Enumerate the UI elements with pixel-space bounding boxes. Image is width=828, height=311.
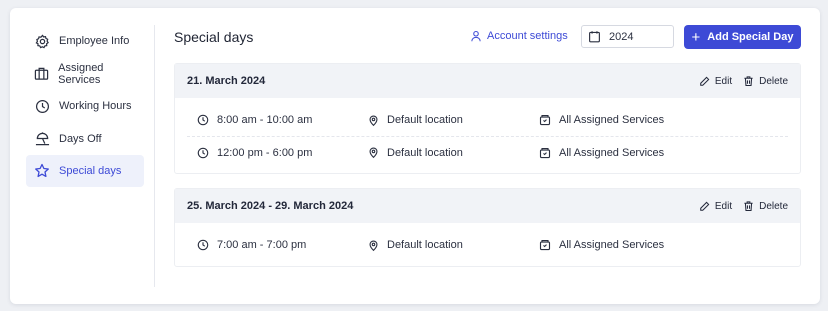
services-box-icon [539, 114, 551, 126]
year-value: 2024 [609, 30, 634, 43]
edit-button[interactable]: Edit [699, 201, 732, 212]
sidebar-item-employee-info[interactable]: Employee Info [26, 25, 144, 57]
period-time-text: 8:00 am - 10:00 am [217, 114, 313, 126]
special-day-date: 25. March 2024 - 29. March 2024 [187, 200, 354, 212]
delete-button[interactable]: Delete [743, 200, 788, 212]
add-special-day-label: Add Special Day [707, 31, 794, 43]
sidebar-item-assigned-services[interactable]: Assigned Services [26, 58, 144, 90]
period-time: 8:00 am - 10:00 am [197, 114, 312, 126]
edit-label: Edit [714, 200, 733, 212]
account-settings-label: Account settings [487, 30, 568, 42]
employee-modal: Employee Info Assigned Services Working … [10, 8, 820, 304]
period-services-text: All Assigned Services [559, 239, 665, 251]
briefcase-icon [34, 66, 49, 82]
period-services: All Assigned Services [539, 114, 664, 126]
delete-button[interactable]: Delete [743, 75, 788, 87]
period-services: All Assigned Services [539, 239, 664, 251]
pencil-icon [699, 201, 710, 212]
trash-icon [743, 75, 754, 87]
sidebar-item-working-hours[interactable]: Working Hours [26, 90, 144, 122]
period-location: Default location [368, 146, 463, 159]
special-day-card: 21. March 2024 Edit Delete 8:00 am - 10:… [174, 63, 801, 174]
period-row: 8:00 am - 10:00 am Default location All … [187, 104, 788, 136]
sidebar-divider [154, 25, 155, 287]
calendar-icon [588, 30, 601, 43]
sidebar-item-label: Working Hours [59, 100, 132, 112]
pencil-icon [699, 76, 710, 87]
location-pin-icon [368, 146, 379, 159]
period-location-text: Default location [387, 239, 463, 251]
sidebar-item-label: Assigned Services [58, 61, 104, 86]
clock-icon [197, 114, 209, 126]
special-day-card-header: 21. March 2024 Edit Delete [175, 64, 800, 98]
period-location-text: Default location [387, 146, 463, 159]
user-icon [470, 30, 482, 42]
sidebar-item-days-off[interactable]: Days Off [26, 123, 144, 155]
location-pin-icon [368, 114, 379, 127]
edit-button[interactable]: Edit [699, 76, 732, 87]
account-settings-link[interactable]: Account settings [470, 30, 568, 42]
location-pin-icon [368, 239, 379, 252]
period-location: Default location [368, 114, 463, 127]
year-picker[interactable]: 2024 [581, 25, 674, 48]
trash-icon [743, 200, 754, 212]
special-day-card: 25. March 2024 - 29. March 2024 Edit Del… [174, 188, 801, 267]
services-box-icon [539, 147, 551, 159]
sidebar-nav: Employee Info Assigned Services Working … [26, 25, 144, 188]
star-icon [34, 163, 50, 179]
edit-label: Edit [714, 75, 733, 87]
period-services-text: All Assigned Services [559, 114, 665, 126]
delete-label: Delete [759, 75, 788, 87]
period-row: 12:00 pm - 6:00 pm Default location All … [187, 136, 788, 168]
special-day-card-header: 25. March 2024 - 29. March 2024 Edit Del… [175, 189, 800, 223]
clock-icon [197, 239, 209, 251]
special-day-date: 21. March 2024 [187, 75, 266, 87]
clock-icon [34, 98, 50, 114]
period-time: 7:00 am - 7:00 pm [197, 239, 306, 251]
period-row: 7:00 am - 7:00 pm Default location All A… [187, 229, 788, 261]
gear-icon [34, 33, 50, 49]
clock-icon [197, 147, 209, 159]
period-time-text: 7:00 am - 7:00 pm [217, 239, 307, 251]
sidebar-item-label: Days Off [59, 132, 102, 145]
sidebar-item-label: Employee Info [59, 35, 130, 47]
sidebar-item-label: Special days [59, 165, 122, 177]
add-special-day-button[interactable]: + Add Special Day [684, 25, 801, 49]
period-services: All Assigned Services [539, 147, 664, 159]
period-time: 12:00 pm - 6:00 pm [197, 147, 312, 159]
services-box-icon [539, 239, 551, 251]
period-time-text: 12:00 pm - 6:00 pm [217, 146, 313, 159]
period-location-text: Default location [387, 114, 463, 126]
plus-icon: + [691, 28, 701, 46]
period-services-text: All Assigned Services [559, 146, 665, 159]
umbrella-beach-icon [34, 131, 50, 147]
page-title: Special days [174, 29, 254, 45]
period-location: Default location [368, 239, 463, 252]
sidebar-item-special-days[interactable]: Special days [26, 155, 144, 187]
delete-label: Delete [759, 200, 788, 212]
